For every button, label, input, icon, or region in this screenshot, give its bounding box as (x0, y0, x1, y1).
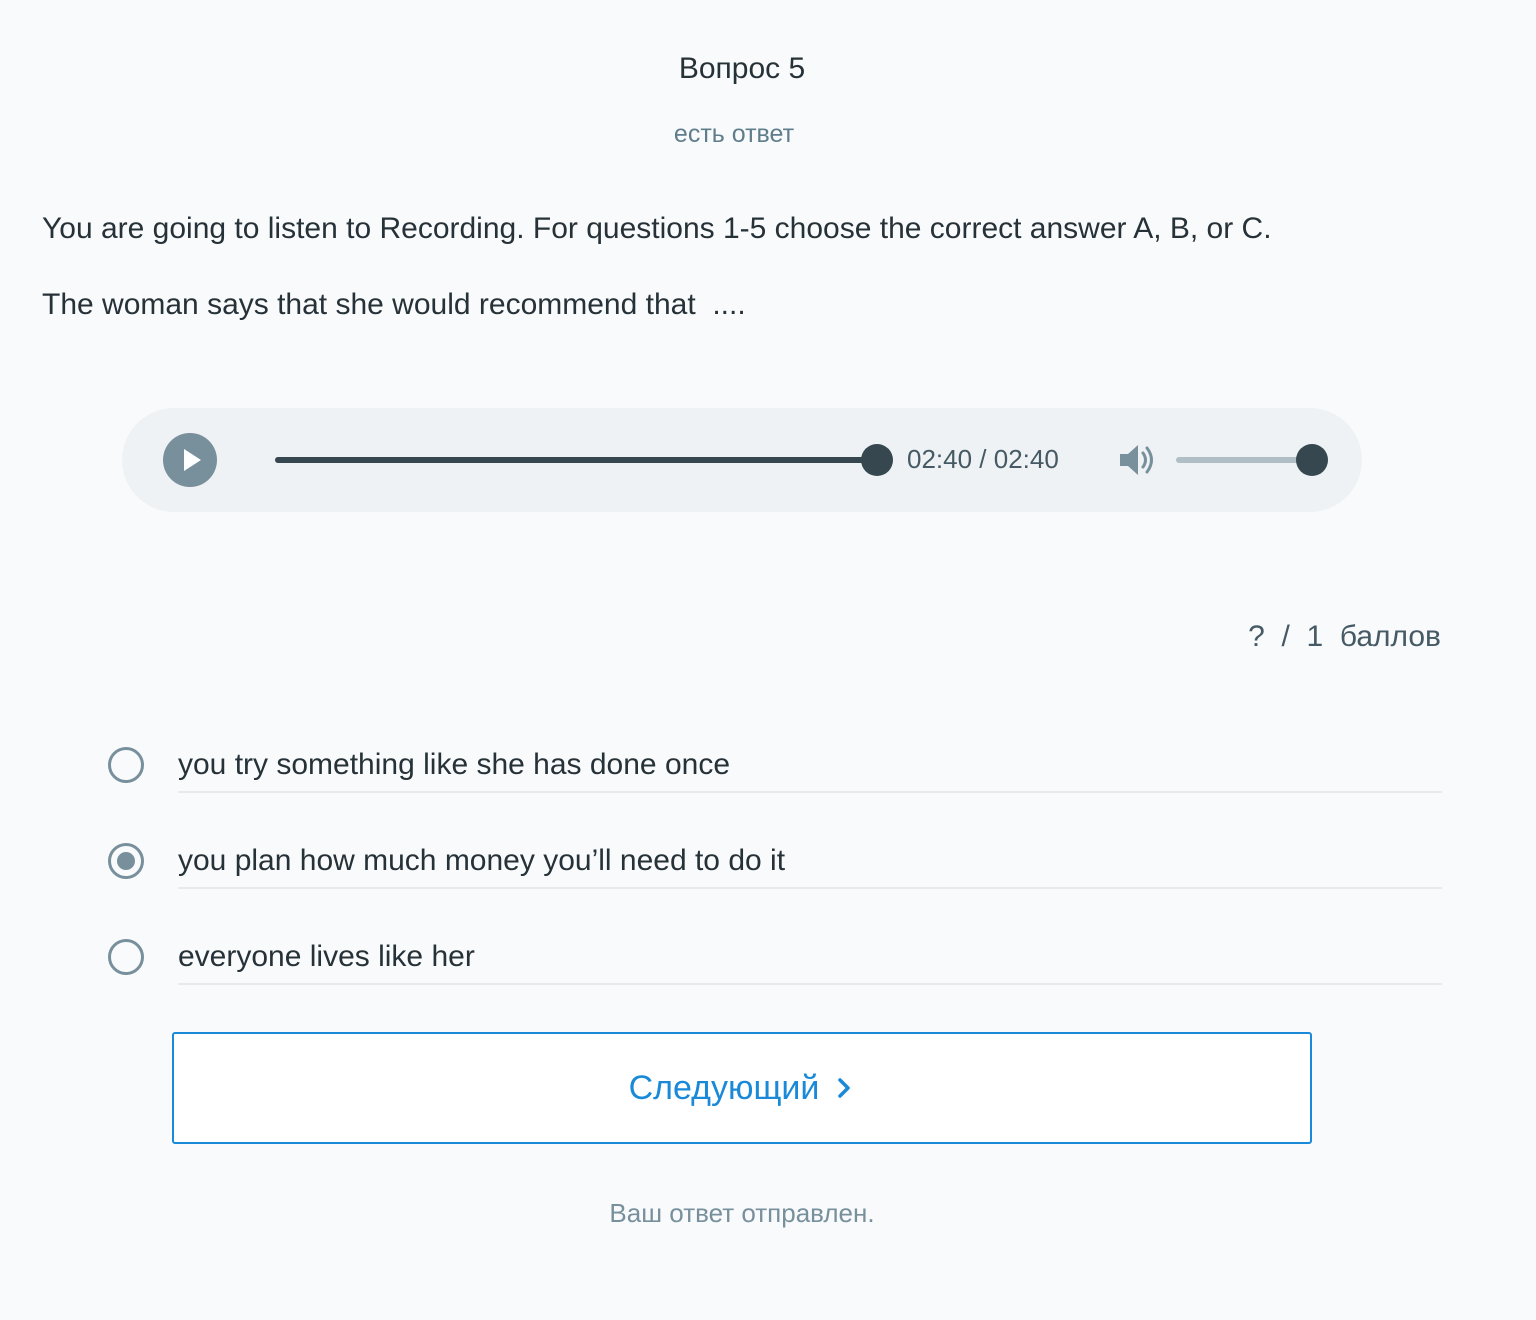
answer-option[interactable]: you try something like she has done once (108, 740, 1442, 836)
progress-fill (275, 457, 877, 463)
score-label: ? / 1 баллов (1248, 620, 1441, 653)
divider (178, 887, 1442, 889)
radio-button[interactable] (108, 939, 144, 975)
answer-option-label: everyone lives like her (178, 940, 475, 973)
answer-option-label: you try something like she has done once (178, 748, 730, 781)
question-status: есть ответ (673, 120, 795, 148)
radio-button[interactable] (108, 843, 144, 879)
quiz-page: Вопрос 5 есть ответ You are going to lis… (0, 0, 1536, 1320)
radio-button[interactable] (108, 747, 144, 783)
progress-handle[interactable] (861, 444, 893, 476)
audio-player: 02:40 / 02:40 (122, 408, 1362, 512)
answer-options: you try something like she has done once… (108, 740, 1442, 1028)
volume-slider[interactable] (1176, 444, 1328, 476)
volume-handle[interactable] (1296, 444, 1328, 476)
answer-option-label: you plan how much money you’ll need to d… (178, 844, 786, 877)
question-instructions: You are going to listen to Recording. Fo… (42, 212, 1272, 245)
play-button[interactable] (163, 433, 217, 487)
question-prompt: The woman says that she would recommend … (42, 288, 746, 321)
chevron-right-icon (838, 1078, 851, 1098)
next-button[interactable]: Следующий (172, 1032, 1312, 1144)
time-display: 02:40 / 02:40 (907, 444, 1059, 474)
question-title: Вопрос 5 (678, 52, 806, 85)
progress-slider[interactable] (275, 444, 893, 476)
volume-track (1176, 457, 1312, 463)
divider (178, 791, 1442, 793)
divider (178, 983, 1442, 985)
next-button-label: Следующий (628, 1068, 820, 1107)
play-icon (184, 449, 201, 471)
answer-option[interactable]: you plan how much money you’ll need to d… (108, 836, 1442, 932)
submission-message: Ваш ответ отправлен. (609, 1198, 875, 1228)
volume-icon[interactable] (1118, 442, 1158, 478)
answer-option[interactable]: everyone lives like her (108, 932, 1442, 1028)
